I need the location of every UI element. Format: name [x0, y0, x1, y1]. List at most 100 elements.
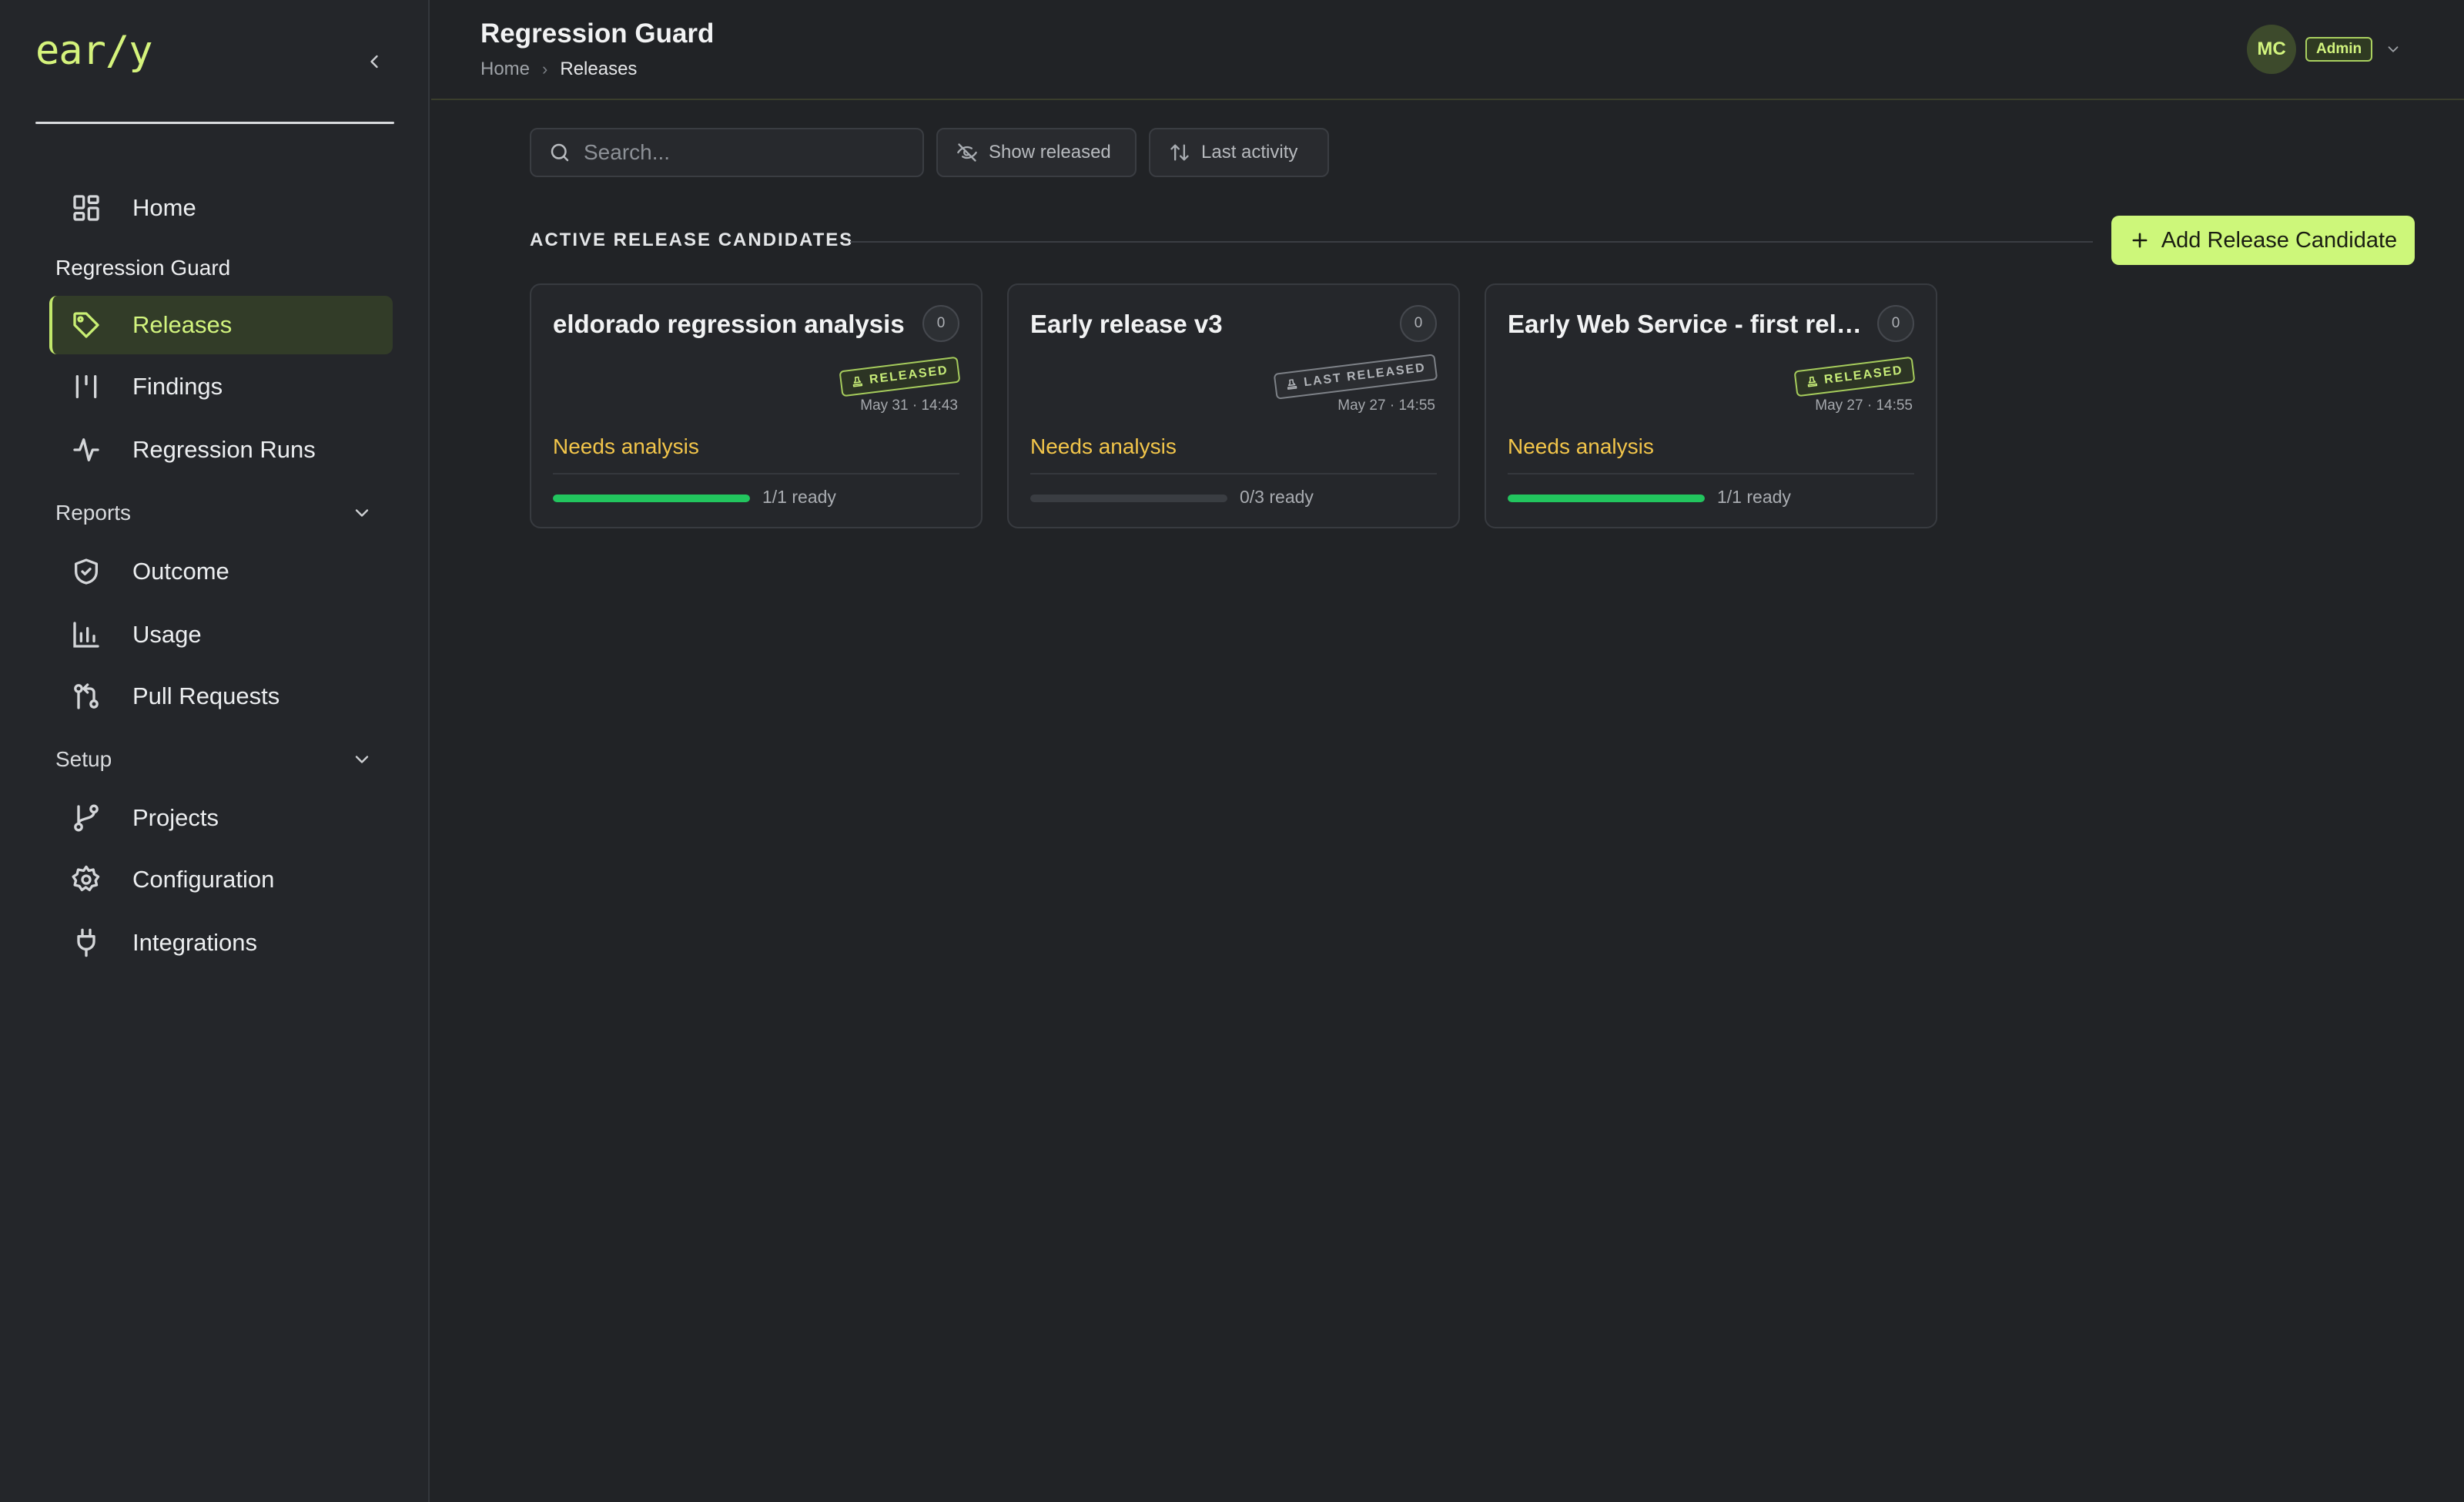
readiness-progress-bar: [553, 495, 750, 502]
readiness-progress-bar: [1508, 495, 1705, 502]
page-title: Regression Guard: [480, 18, 715, 49]
sort-button[interactable]: Last activity: [1149, 128, 1329, 177]
status-stamp: RELEASED: [839, 356, 961, 397]
sidebar-item-label: Releases: [132, 311, 233, 338]
sidebar-item-label: Configuration: [132, 866, 275, 893]
sidebar-item-label: Usage: [132, 621, 202, 648]
sidebar-item-outcome[interactable]: Outcome: [49, 542, 393, 601]
search-box[interactable]: [530, 128, 924, 177]
bar-chart-icon: [68, 616, 105, 653]
status-stamp: LAST RELEASED: [1273, 354, 1438, 400]
findings-count-badge: 0: [922, 305, 959, 342]
show-released-button[interactable]: Show released: [936, 128, 1137, 177]
show-released-label: Show released: [989, 142, 1111, 163]
sidebar-item-findings[interactable]: Findings: [49, 357, 393, 416]
card-title: eldorado regression analysis: [553, 310, 905, 338]
ready-count: 1/1 ready: [1717, 487, 1791, 507]
breadcrumb-home[interactable]: Home: [480, 59, 530, 80]
section-label-reports: Reports: [55, 501, 132, 525]
sidebar-item-label: Findings: [132, 373, 223, 400]
grid-icon: [68, 189, 105, 226]
sidebar: ear/y Home Regression Guard Releases Fin…: [0, 0, 430, 1502]
ready-count: 1/1 ready: [762, 487, 836, 507]
eye-off-icon: [956, 142, 978, 163]
progress-fill: [1508, 495, 1705, 502]
add-button-label: Add Release Candidate: [2161, 227, 2398, 253]
readiness-progress-bar: [1030, 495, 1227, 502]
plus-icon: [2132, 233, 2148, 248]
card-date: May 31 · 14:43: [860, 397, 958, 414]
shield-check-icon: [68, 553, 105, 590]
git-pull-request-icon: [68, 678, 105, 715]
tag-icon: [68, 307, 105, 344]
card-divider: [1508, 473, 1914, 474]
ready-count: 0/3 ready: [1240, 487, 1314, 507]
activity-icon: [68, 431, 105, 468]
release-card[interactable]: Early release v3 0 LAST RELEASED May 27 …: [1007, 283, 1460, 528]
sidebar-item-label: Integrations: [132, 929, 257, 956]
card-status: Needs analysis: [1030, 434, 1177, 458]
sidebar-item-configuration[interactable]: Configuration: [49, 850, 393, 909]
section-label-setup: Setup: [55, 747, 112, 771]
stamp-icon: [1805, 375, 1819, 389]
section-label-regression-guard: Regression Guard: [55, 256, 231, 280]
page-header: Regression Guard Home › Releases MC Admi…: [431, 0, 2464, 100]
sidebar-item-label: Regression Runs: [132, 436, 316, 463]
add-release-candidate-button[interactable]: Add Release Candidate: [2111, 216, 2415, 265]
sidebar-item-pull-requests[interactable]: Pull Requests: [49, 667, 393, 726]
sidebar-item-label: Pull Requests: [132, 682, 280, 709]
setup-toggle[interactable]: [348, 746, 376, 773]
collapse-sidebar-button[interactable]: [360, 48, 388, 75]
chevron-down-icon: [355, 756, 369, 763]
git-branch-icon: [68, 800, 105, 836]
plug-icon: [68, 924, 105, 961]
user-menu[interactable]: MC Admin: [2247, 25, 2402, 74]
reports-toggle[interactable]: [348, 499, 376, 527]
logo-divider: [35, 122, 394, 124]
release-card[interactable]: Early Web Service - first release 0 RELE…: [1485, 283, 1937, 528]
role-badge: Admin: [2305, 37, 2373, 62]
sidebar-item-regression-runs[interactable]: Regression Runs: [49, 421, 393, 479]
sort-label: Last activity: [1201, 142, 1298, 163]
findings-icon: [68, 368, 105, 405]
app-logo[interactable]: ear/y: [35, 28, 153, 74]
sidebar-item-projects[interactable]: Projects: [49, 789, 393, 847]
stamp-label: LAST RELEASED: [1303, 360, 1427, 390]
sidebar-item-label: Outcome: [132, 558, 229, 585]
gear-icon: [68, 861, 105, 898]
stamp-icon: [1284, 377, 1298, 391]
chevron-right-icon: ›: [542, 59, 548, 79]
sidebar-item-label: Projects: [132, 804, 219, 831]
status-stamp: RELEASED: [1793, 356, 1916, 397]
section-divider: [850, 241, 2093, 243]
chevron-down-icon[interactable]: [2385, 41, 2402, 58]
card-date: May 27 · 14:55: [1337, 397, 1435, 414]
sidebar-item-usage[interactable]: Usage: [49, 605, 393, 664]
card-divider: [1030, 473, 1437, 474]
sidebar-item-label: Home: [132, 194, 196, 221]
findings-count-badge: 0: [1877, 305, 1914, 342]
avatar[interactable]: MC: [2247, 25, 2296, 74]
breadcrumb: Home › Releases: [480, 59, 637, 80]
card-date: May 27 · 14:55: [1815, 397, 1913, 414]
card-title: Early release v3: [1030, 310, 1223, 338]
chevron-down-icon: [355, 509, 369, 517]
card-title: Early Web Service - first release: [1508, 310, 1862, 338]
sidebar-item-home[interactable]: Home: [49, 179, 393, 237]
search-icon: [548, 141, 571, 164]
chevron-left-icon: [370, 55, 378, 69]
card-status: Needs analysis: [1508, 434, 1654, 458]
breadcrumb-current: Releases: [560, 59, 638, 79]
progress-fill: [553, 495, 750, 502]
card-status: Needs analysis: [553, 434, 699, 458]
section-heading: ACTIVE RELEASE CANDIDATES: [530, 230, 854, 250]
stamp-label: RELEASED: [869, 364, 949, 387]
sidebar-item-releases[interactable]: Releases: [49, 296, 393, 354]
release-card[interactable]: eldorado regression analysis 0 RELEASED …: [530, 283, 983, 528]
stamp-icon: [850, 375, 864, 389]
stamp-label: RELEASED: [1823, 364, 1904, 387]
sidebar-item-integrations[interactable]: Integrations: [49, 914, 393, 972]
findings-count-badge: 0: [1400, 305, 1437, 342]
search-input[interactable]: [584, 140, 892, 165]
sort-arrows-icon: [1169, 142, 1190, 163]
